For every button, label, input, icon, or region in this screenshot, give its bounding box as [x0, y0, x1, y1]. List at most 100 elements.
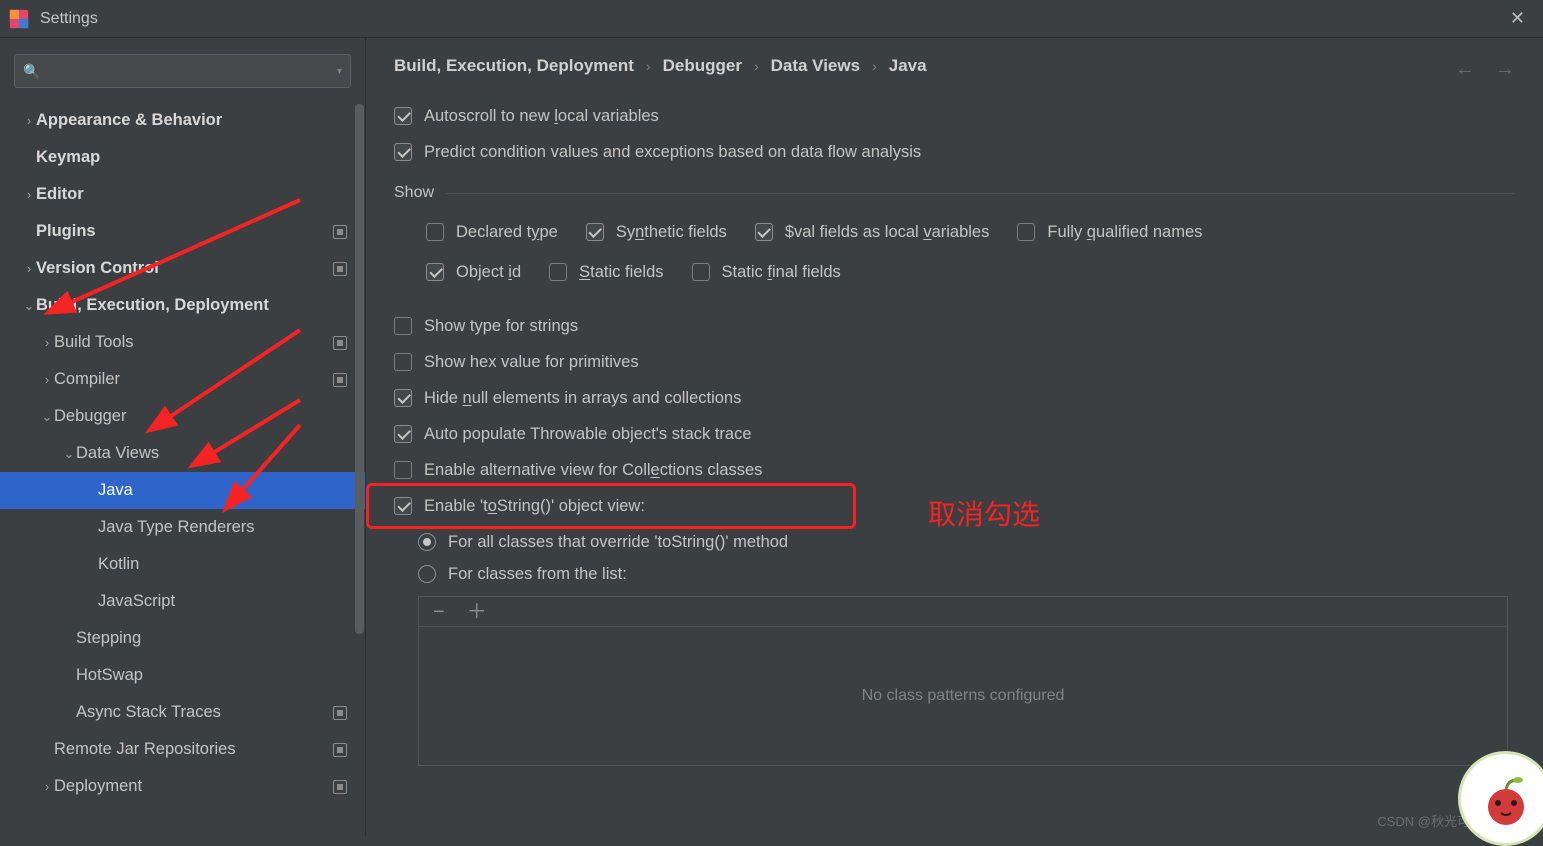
- option-label: Static fields: [579, 263, 663, 282]
- option-hexprim[interactable]: Show hex value for primitives: [394, 346, 1515, 378]
- tree-arrow-icon: ⌄: [22, 298, 36, 314]
- checkbox[interactable]: [692, 263, 710, 281]
- sidebar-item-java-type-renderers[interactable]: Java Type Renderers: [0, 509, 365, 546]
- sidebar-item-label: HotSwap: [76, 666, 143, 685]
- tree-arrow-icon: ›: [22, 187, 36, 202]
- sidebar-item-async-stack-traces[interactable]: Async Stack Traces: [0, 694, 365, 731]
- list-add-button[interactable]: ＋: [467, 602, 487, 622]
- option-label: Show type for strings: [424, 317, 578, 336]
- radio-label: For classes from the list:: [448, 565, 627, 584]
- checkbox[interactable]: [394, 389, 412, 407]
- list-remove-button[interactable]: −: [433, 602, 445, 622]
- sidebar-item-keymap[interactable]: Keymap: [0, 139, 365, 176]
- breadcrumb-segment[interactable]: Build, Execution, Deployment: [394, 56, 634, 76]
- sidebar-item-java[interactable]: Java: [0, 472, 365, 509]
- sidebar-item-label: Data Views: [76, 444, 159, 463]
- search-dropdown-icon[interactable]: ▾: [337, 66, 342, 77]
- search-icon: 🔍: [23, 63, 40, 80]
- checkbox[interactable]: [755, 223, 773, 241]
- sidebar-item-build-execution-deployment[interactable]: ⌄Build, Execution, Deployment: [0, 287, 365, 324]
- option-typestr[interactable]: Show type for strings: [394, 310, 1515, 342]
- sidebar-item-label: Java Type Renderers: [98, 518, 255, 537]
- sidebar-item-plugins[interactable]: Plugins: [0, 213, 365, 250]
- sidebar-item-stepping[interactable]: Stepping: [0, 620, 365, 657]
- sidebar-item-remote-jar-repositories[interactable]: Remote Jar Repositories: [0, 731, 365, 768]
- sidebar-item-label: JavaScript: [98, 592, 175, 611]
- breadcrumbs: Build, Execution, Deployment › Debugger › Da…: [394, 56, 1515, 76]
- tree-arrow-icon: ›: [22, 113, 36, 128]
- checkbox[interactable]: [426, 223, 444, 241]
- checkbox[interactable]: [1017, 223, 1035, 241]
- option-valfields[interactable]: $val fields as local variables: [755, 216, 990, 248]
- sidebar-item-deployment[interactable]: ›Deployment: [0, 768, 365, 805]
- checkbox[interactable]: [426, 263, 444, 281]
- checkbox[interactable]: [586, 223, 604, 241]
- project-scope-badge-icon: [333, 336, 347, 350]
- option-autoscroll[interactable]: Autoscroll to new local variables: [394, 100, 1515, 132]
- sidebar-item-label: Kotlin: [98, 555, 139, 574]
- checkbox[interactable]: [394, 425, 412, 443]
- breadcrumb-segment[interactable]: Debugger: [663, 56, 742, 76]
- sidebar-item-version-control[interactable]: ›Version Control: [0, 250, 365, 287]
- option-label: Autoscroll to new local variables: [424, 107, 659, 126]
- sidebar-item-debugger[interactable]: ⌄Debugger: [0, 398, 365, 435]
- breadcrumb-segment[interactable]: Data Views: [771, 56, 860, 76]
- titlebar: Settings ✕: [0, 0, 1543, 38]
- option-staticf[interactable]: Static fields: [549, 256, 663, 288]
- sidebar-item-appearance-behavior[interactable]: ›Appearance & Behavior: [0, 102, 365, 139]
- breadcrumb-separator-icon: ›: [646, 58, 651, 74]
- sidebar-item-label: Debugger: [54, 407, 126, 426]
- window-close-button[interactable]: ✕: [1500, 4, 1535, 33]
- sidebar-item-compiler[interactable]: ›Compiler: [0, 361, 365, 398]
- sidebar-item-label: Editor: [36, 185, 84, 204]
- settings-content-java: ← → Build, Execution, Deployment › Debugge…: [366, 38, 1543, 836]
- checkbox[interactable]: [394, 317, 412, 335]
- sidebar-item-build-tools[interactable]: ›Build Tools: [0, 324, 365, 361]
- option-fqnames[interactable]: Fully qualified names: [1017, 216, 1202, 248]
- option-objid[interactable]: Object id: [426, 256, 521, 288]
- mascot-badge: [1458, 751, 1543, 846]
- project-scope-badge-icon: [333, 262, 347, 276]
- breadcrumb-forward-button[interactable]: →: [1495, 58, 1515, 81]
- settings-tree: ›Appearance & BehaviorKeymap›EditorPlugi…: [0, 102, 365, 836]
- sidebar-scrollbar[interactable]: [353, 102, 365, 836]
- tree-arrow-icon: ›: [40, 372, 54, 387]
- show-section-label: Show: [394, 184, 1515, 202]
- sidebar-item-label: Deployment: [54, 777, 142, 796]
- option-hidenull[interactable]: Hide null elements in arrays and collect…: [394, 382, 1515, 414]
- sidebar-item-hotswap[interactable]: HotSwap: [0, 657, 365, 694]
- sidebar-item-label: Build Tools: [54, 333, 134, 352]
- list-empty-text: No class patterns configured: [419, 627, 1507, 765]
- sidebar-item-editor[interactable]: ›Editor: [0, 176, 365, 213]
- sidebar-item-kotlin[interactable]: Kotlin: [0, 546, 365, 583]
- sidebar-item-label: Stepping: [76, 629, 141, 648]
- sidebar-item-data-views[interactable]: ⌄Data Views: [0, 435, 365, 472]
- option-label: Static final fields: [722, 263, 841, 282]
- settings-search-input[interactable]: 🔍 ▾: [14, 54, 351, 88]
- sidebar-item-label: Java: [98, 481, 133, 500]
- checkbox[interactable]: [394, 143, 412, 161]
- checkbox[interactable]: [394, 353, 412, 371]
- window-title: Settings: [40, 10, 98, 28]
- settings-search-field[interactable]: [46, 63, 333, 79]
- option-autopopu[interactable]: Auto populate Throwable object's stack t…: [394, 418, 1515, 450]
- option-enablealt[interactable]: Enable alternative view for Collections …: [394, 454, 1515, 486]
- checkbox[interactable]: [549, 263, 567, 281]
- option-staticff[interactable]: Static final fields: [692, 256, 841, 288]
- option-predict[interactable]: Predict condition values and exceptions …: [394, 136, 1515, 168]
- breadcrumb-back-button[interactable]: ←: [1455, 58, 1475, 81]
- radio-button[interactable]: [418, 565, 436, 583]
- sidebar-item-label: Appearance & Behavior: [36, 111, 222, 130]
- sidebar-item-javascript[interactable]: JavaScript: [0, 583, 365, 620]
- tree-arrow-icon: ›: [40, 779, 54, 794]
- checkbox[interactable]: [394, 107, 412, 125]
- option-synthetic[interactable]: Synthetic fields: [586, 216, 727, 248]
- radio-r_list[interactable]: For classes from the list:: [394, 558, 1515, 590]
- radio-button[interactable]: [418, 533, 436, 551]
- breadcrumb-separator-icon: ›: [872, 58, 877, 74]
- tree-arrow-icon: ⌄: [62, 446, 76, 462]
- option-declared[interactable]: Declared type: [426, 216, 558, 248]
- option-label: Predict condition values and exceptions …: [424, 143, 921, 162]
- option-label: Declared type: [456, 223, 558, 242]
- checkbox[interactable]: [394, 461, 412, 479]
